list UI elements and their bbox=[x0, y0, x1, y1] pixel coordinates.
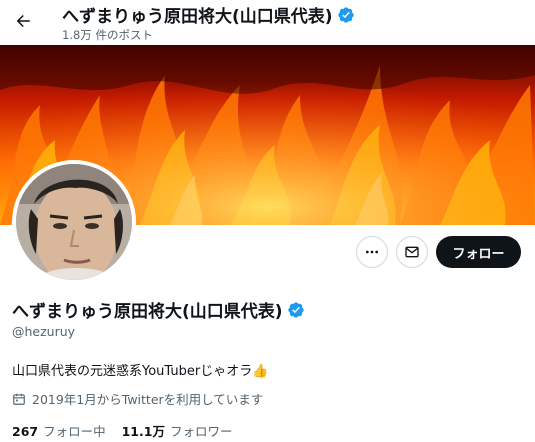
more-icon bbox=[366, 250, 378, 254]
follow-stats: 267 フォロー中 11.1万 フォロワー bbox=[12, 421, 232, 440]
following-label: フォロー中 bbox=[43, 424, 106, 439]
top-bar: へずまりゅう原田将大(山口県代表) 1.8万 件のポスト bbox=[0, 0, 535, 45]
follow-button[interactable]: フォロー bbox=[436, 236, 521, 268]
profile-handle: @hezuruy bbox=[12, 324, 76, 339]
post-count: 1.8万 件のポスト bbox=[62, 28, 153, 42]
message-icon bbox=[405, 246, 419, 258]
more-button[interactable] bbox=[356, 236, 388, 268]
profile-name-row: へずまりゅう原田将大(山口県代表) bbox=[12, 297, 305, 322]
following-count: 267 bbox=[12, 424, 39, 439]
profile-name: へずまりゅう原田将大(山口県代表) bbox=[12, 302, 283, 322]
back-arrow-icon bbox=[16, 15, 30, 27]
verified-badge-icon bbox=[287, 301, 304, 318]
profile-avatar[interactable] bbox=[12, 160, 136, 284]
following-link[interactable]: 267 フォロー中 bbox=[12, 421, 106, 440]
avatar-image bbox=[16, 164, 132, 280]
profile-bio: 山口県代表の元迷惑系YouTuberじゃオラ👍 bbox=[12, 364, 269, 379]
followers-label: フォロワー bbox=[169, 424, 233, 439]
calendar-icon bbox=[13, 393, 25, 405]
back-button[interactable] bbox=[8, 6, 38, 36]
verified-badge-icon bbox=[337, 6, 354, 23]
joined-date: 2019年1月からTwitterを利用しています bbox=[32, 392, 264, 407]
header-title: へずまりゅう原田将大(山口県代表) bbox=[62, 7, 333, 27]
joined-date-row: 2019年1月からTwitterを利用しています bbox=[12, 389, 263, 408]
avatar-photo bbox=[16, 164, 132, 280]
followers-count: 11.1万 bbox=[121, 424, 165, 439]
message-button[interactable] bbox=[396, 236, 428, 268]
header-title-row: へずまりゅう原田将大(山口県代表) bbox=[62, 2, 355, 27]
followers-link[interactable]: 11.1万 フォロワー bbox=[122, 421, 233, 440]
